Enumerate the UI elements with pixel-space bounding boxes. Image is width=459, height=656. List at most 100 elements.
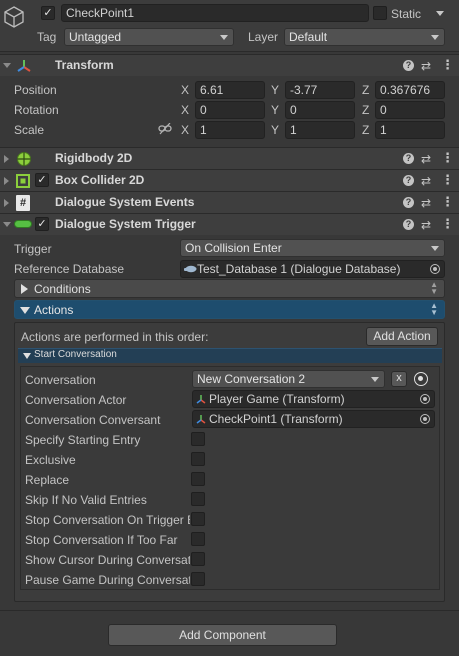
dialogue-system-trigger-header[interactable]: ✓ Dialogue System Trigger ? ⇄ ⋮ <box>0 213 459 235</box>
scale-z-field[interactable]: 1 <box>375 121 445 139</box>
stop-conversation-on-trigger-exit-checkbox[interactable] <box>191 512 205 526</box>
position-y-label[interactable]: Y <box>271 83 279 97</box>
presets-icon[interactable]: ⇄ <box>421 174 431 188</box>
boxcollider2d-enabled-checkbox[interactable]: ✓ <box>35 173 49 187</box>
foldout-closed-icon[interactable] <box>4 177 9 185</box>
scale-y-field[interactable]: 1 <box>285 121 355 139</box>
object-picker-icon[interactable] <box>420 394 430 404</box>
conversation-picker-icon[interactable] <box>414 372 428 386</box>
position-y-field[interactable]: -3.77 <box>285 81 355 99</box>
rotation-z-field[interactable]: 0 <box>375 101 445 119</box>
help-icon[interactable]: ? <box>403 219 414 230</box>
position-label: Position <box>14 83 57 97</box>
context-menu-icon[interactable]: ⋮ <box>441 150 454 166</box>
actions-bar[interactable]: Actions ▲ ▼ <box>14 300 445 319</box>
gameobject-active-checkbox[interactable]: ✓ <box>41 6 55 20</box>
pause-game-during-conversation-checkbox[interactable] <box>191 572 205 586</box>
flag-label: Pause Game During Conversation <box>25 573 190 587</box>
chevron-down-icon <box>431 35 439 40</box>
context-menu-icon[interactable]: ⋮ <box>441 172 454 188</box>
presets-icon[interactable]: ⇄ <box>421 196 431 210</box>
rotation-y-label[interactable]: Y <box>271 103 279 117</box>
show-cursor-during-conversation-checkbox[interactable] <box>191 552 205 566</box>
transform-icon <box>196 415 206 424</box>
trigger-dropdown[interactable]: On Collision Enter <box>180 239 445 257</box>
foldout-open-icon[interactable] <box>3 222 11 227</box>
foldout-open-icon[interactable] <box>3 63 11 68</box>
scale-x-field[interactable]: 1 <box>195 121 265 139</box>
conversation-conversant-field[interactable]: CheckPoint1 (Transform) <box>192 410 435 428</box>
conditions-bar[interactable]: Conditions ▲ ▼ <box>14 279 445 298</box>
dialogue-system-events-title: Dialogue System Events <box>55 195 195 209</box>
rotation-x-field[interactable]: 0 <box>195 101 265 119</box>
context-menu-icon[interactable]: ⋮ <box>441 216 454 232</box>
replace-checkbox[interactable] <box>191 472 205 486</box>
flag-row: Pause Game During Conversation <box>25 571 190 589</box>
flag-label: Stop Conversation On Trigger Exit <box>25 513 190 527</box>
rotation-y-field[interactable]: 0 <box>285 101 355 119</box>
context-menu-icon[interactable]: ⋮ <box>441 194 454 210</box>
scale-x-label[interactable]: X <box>181 123 189 137</box>
position-z-label[interactable]: Z <box>362 83 369 97</box>
stop-conversation-if-too-far-checkbox[interactable] <box>191 532 205 546</box>
boxcollider2d-header[interactable]: ✓ Box Collider 2D ? ⇄ ⋮ <box>0 169 459 191</box>
help-icon[interactable]: ? <box>403 175 414 186</box>
scale-z-label[interactable]: Z <box>362 123 369 137</box>
dialogue-system-events-header[interactable]: # Dialogue System Events ? ⇄ ⋮ <box>0 191 459 213</box>
tag-dropdown[interactable]: Untagged <box>64 28 234 46</box>
object-picker-icon[interactable] <box>420 414 430 424</box>
position-z-field[interactable]: 0.367676 <box>375 81 445 99</box>
actions-foldout-icon <box>20 307 30 314</box>
help-icon[interactable]: ? <box>403 197 414 208</box>
actions-label: Actions <box>34 303 74 317</box>
position-x-field[interactable]: 6.61 <box>195 81 265 99</box>
context-menu-icon[interactable]: ⋮ <box>441 57 454 73</box>
database-asset-icon <box>184 265 197 273</box>
chevron-down-icon <box>431 246 439 251</box>
scale-label: Scale <box>14 123 45 137</box>
scale-y-label[interactable]: Y <box>271 123 279 137</box>
reference-database-label: Reference Database <box>14 262 125 276</box>
layer-label: Layer <box>248 30 279 44</box>
boxcollider2d-title: Box Collider 2D <box>55 173 145 187</box>
presets-icon[interactable]: ⇄ <box>421 218 431 232</box>
help-icon[interactable]: ? <box>403 153 414 164</box>
rigidbody2d-header[interactable]: Rigidbody 2D ? ⇄ ⋮ <box>0 147 459 169</box>
gameobject-header: ✓ CheckPoint1 Static Tag Untagged Layer … <box>0 0 459 52</box>
presets-icon[interactable]: ⇄ <box>421 59 431 73</box>
flag-label: Exclusive <box>25 453 76 467</box>
object-picker-icon[interactable] <box>430 264 440 274</box>
help-icon[interactable]: ? <box>403 60 414 71</box>
actions-sort-icon: ▲ ▼ <box>430 301 438 317</box>
position-x-label[interactable]: X <box>181 83 189 97</box>
reference-database-field[interactable]: Test_Database 1 (Dialogue Database) <box>180 260 445 278</box>
skip-if-no-valid-entries-checkbox[interactable] <box>191 492 205 506</box>
static-dropdown-icon[interactable] <box>436 11 444 16</box>
transform-header[interactable]: Transform ? ⇄ ⋮ <box>0 54 459 76</box>
layer-value: Default <box>289 30 328 44</box>
add-component-button[interactable]: Add Component <box>108 624 337 646</box>
transform-title: Transform <box>55 58 114 72</box>
foldout-closed-icon[interactable] <box>4 199 9 207</box>
foldout-closed-icon[interactable] <box>4 155 9 163</box>
trigger-label: Trigger <box>14 242 52 256</box>
constrain-proportions-link-icon[interactable] <box>158 123 172 135</box>
presets-icon[interactable]: ⇄ <box>421 152 431 166</box>
add-action-button[interactable]: Add Action <box>366 327 438 346</box>
gameobject-name-field[interactable]: CheckPoint1 <box>61 4 369 22</box>
conversation-clear-button[interactable]: x <box>391 371 407 387</box>
dialogue-system-trigger-title: Dialogue System Trigger <box>55 217 196 231</box>
conditions-sort-icon: ▲ ▼ <box>430 280 438 296</box>
conversation-actor-field[interactable]: Player Game (Transform) <box>192 390 435 408</box>
start-conversation-bar[interactable]: Start Conversation <box>18 348 442 363</box>
conversation-dropdown[interactable]: New Conversation 2 <box>192 370 385 388</box>
specify-starting-entry-checkbox[interactable] <box>191 432 205 446</box>
exclusive-checkbox[interactable] <box>191 452 205 466</box>
rotation-z-label[interactable]: Z <box>362 103 369 117</box>
layer-dropdown[interactable]: Default <box>284 28 445 46</box>
rotation-x-label[interactable]: X <box>181 103 189 117</box>
dialogue-system-trigger-enabled-checkbox[interactable]: ✓ <box>35 217 49 231</box>
tag-label: Tag <box>37 30 57 44</box>
component-header-icons: ? ⇄ ⋮ <box>403 194 454 211</box>
static-checkbox[interactable] <box>373 6 387 20</box>
